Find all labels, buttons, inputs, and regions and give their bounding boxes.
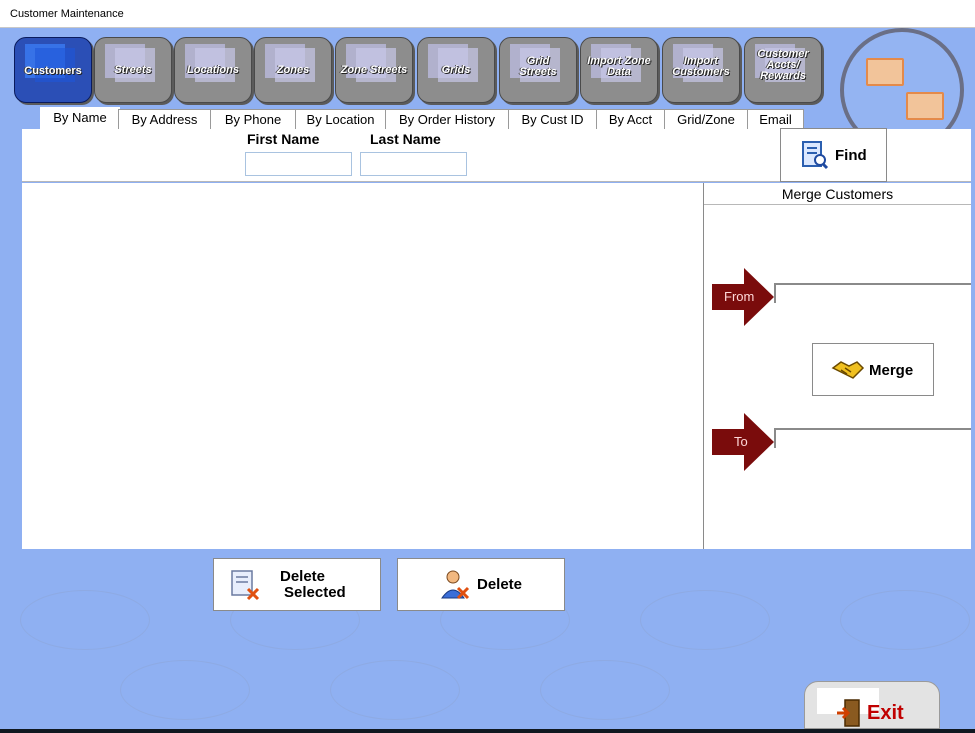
merge-button[interactable]: Merge [812, 343, 934, 396]
nav-grid-streets-button[interactable]: Grid Streets [499, 37, 577, 103]
tab-email[interactable]: Email [747, 109, 804, 130]
exit-door-icon [837, 699, 860, 727]
delete-selected-label-line2: Selected [284, 584, 346, 601]
tab-by-order-history[interactable]: By Order History [385, 109, 509, 130]
to-arrow-icon: To [712, 413, 774, 471]
nav-zones-button[interactable]: Zones [254, 37, 332, 103]
find-button-label: Find [835, 147, 867, 164]
delete-document-icon [231, 570, 260, 601]
merge-customers-header: Merge Customers [704, 183, 971, 205]
nav-locations-button[interactable]: Locations [174, 37, 252, 103]
nav-import-customers-button[interactable]: Import Customers [662, 37, 740, 103]
last-name-input[interactable] [360, 152, 467, 176]
from-customer-slot[interactable] [774, 283, 971, 303]
first-name-label: First Name [247, 131, 320, 147]
handshake-icon [831, 361, 865, 379]
tab-grid-zone[interactable]: Grid/Zone [664, 109, 748, 130]
nav-customers-button[interactable]: Customers [14, 37, 92, 103]
nav-streets-button[interactable]: Streets [94, 37, 172, 103]
customer-results-list[interactable] [22, 183, 704, 549]
delete-button[interactable]: Delete [397, 558, 565, 611]
delete-user-icon [441, 570, 470, 600]
exit-button[interactable]: Exit [804, 681, 940, 729]
tab-by-name[interactable]: By Name [40, 107, 120, 131]
delete-selected-label-line1: Delete [280, 568, 326, 585]
find-document-icon [802, 141, 829, 170]
last-name-label: Last Name [370, 131, 441, 147]
merge-button-label: Merge [869, 362, 914, 379]
nav-customer-accts-rewards-button[interactable]: Customer Accts/ Rewards [744, 37, 822, 103]
delete-button-label: Delete [477, 576, 523, 593]
nav-zone-streets-button[interactable]: Zone Streets [335, 37, 413, 103]
customer-maintenance-window: Customer Maintenance Customers Streets L… [0, 0, 975, 729]
to-label: To [734, 434, 748, 449]
tab-by-cust-id[interactable]: By Cust ID [508, 109, 597, 130]
to-customer-slot[interactable] [774, 428, 971, 448]
from-label: From [724, 289, 755, 304]
first-name-input[interactable] [245, 152, 352, 176]
tab-by-phone[interactable]: By Phone [210, 109, 296, 130]
exit-button-label: Exit [867, 702, 904, 724]
merge-customers-panel: Merge Customers From Merge To [704, 183, 971, 549]
tab-by-address[interactable]: By Address [118, 109, 211, 130]
find-button[interactable]: Find [780, 128, 887, 182]
tab-by-acct[interactable]: By Acct [596, 109, 665, 130]
tab-by-location[interactable]: By Location [295, 109, 386, 130]
delete-selected-button[interactable]: Delete Selected [213, 558, 381, 611]
nav-grids-button[interactable]: Grids [417, 37, 495, 103]
window-title: Customer Maintenance [10, 8, 124, 20]
search-panel: First Name Last Name Find [22, 128, 971, 182]
from-arrow-icon: From [712, 268, 774, 326]
taskbar-strip [0, 729, 975, 733]
nav-import-zone-data-button[interactable]: Import Zone Data [580, 37, 658, 103]
title-bar: Customer Maintenance [0, 0, 975, 28]
